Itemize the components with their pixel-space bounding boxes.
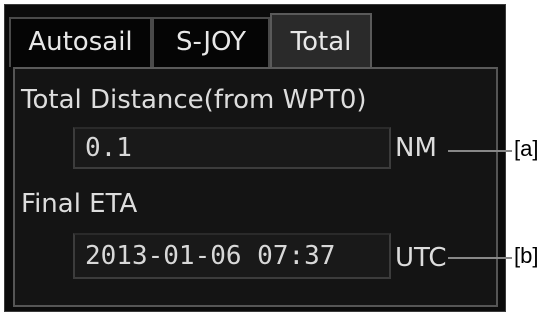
tab-total[interactable]: Total	[270, 13, 372, 67]
tab-autosail[interactable]: Autosail	[9, 17, 152, 67]
final-eta-value: 2013-01-06 07:37	[85, 241, 336, 271]
callout-a: [a]	[514, 136, 539, 161]
callout-b-leader	[448, 257, 512, 259]
tab-total-label: Total	[290, 27, 352, 57]
total-distance-unit: NM	[395, 133, 437, 163]
final-eta-field: 2013-01-06 07:37	[73, 233, 391, 279]
callout-b: [b]	[514, 243, 539, 268]
tab-s-joy-label: S-JOY	[176, 27, 246, 57]
tab-autosail-label: Autosail	[28, 27, 133, 57]
final-eta-unit: UTC	[395, 243, 447, 273]
total-tab-content: Total Distance(from WPT0) 0.1 NM Final E…	[13, 67, 498, 307]
route-info-panel: Autosail S-JOY Total Total Distance(from…	[4, 4, 506, 312]
callout-a-leader	[448, 150, 512, 152]
tab-s-joy[interactable]: S-JOY	[152, 17, 270, 67]
total-distance-value: 0.1	[85, 133, 132, 163]
total-distance-field: 0.1	[73, 127, 391, 169]
total-distance-label: Total Distance(from WPT0)	[21, 85, 367, 115]
final-eta-label: Final ETA	[21, 189, 138, 219]
